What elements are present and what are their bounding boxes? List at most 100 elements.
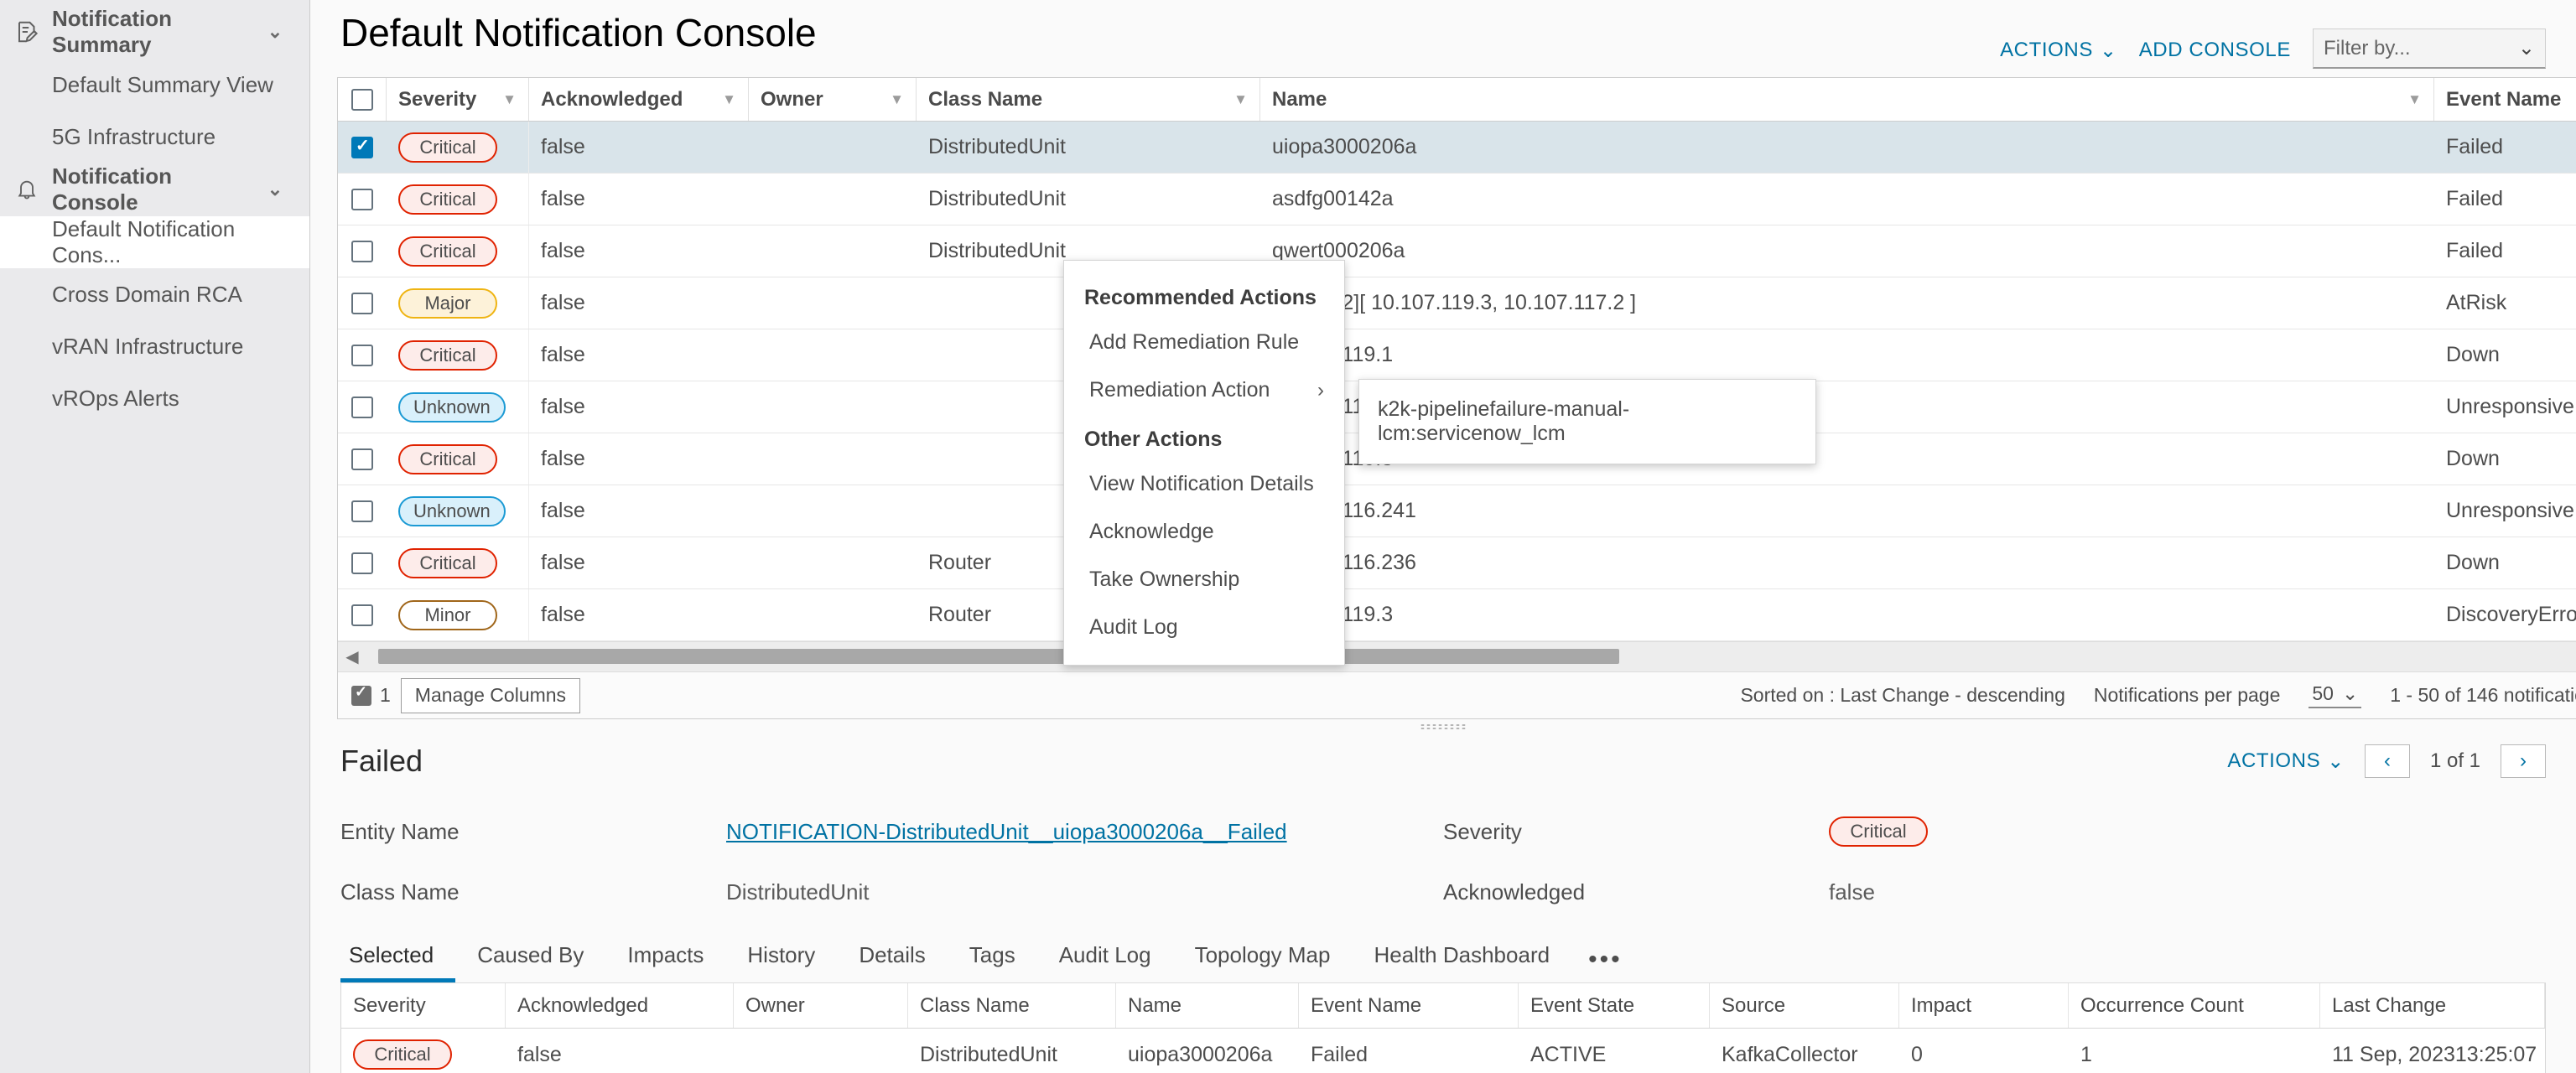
sidebar-item-default-summary-view[interactable]: Default Summary View bbox=[0, 59, 309, 111]
detail-prev-button[interactable]: ‹ bbox=[2364, 744, 2410, 778]
table-row[interactable]: Critical false 10.107.119.1 Down bbox=[338, 329, 2576, 381]
table-row[interactable]: Minor false Router 10.107.119.3 Discover… bbox=[338, 589, 2576, 641]
tab-history[interactable]: History bbox=[725, 934, 837, 982]
table-row[interactable]: Unknown false 10.107.116.241 Unresponsiv… bbox=[338, 485, 2576, 537]
add-console-button[interactable]: ADD CONSOLE bbox=[2139, 39, 2291, 62]
detail-column-header-severity[interactable]: Severity bbox=[341, 983, 506, 1028]
detail-field-key: Severity bbox=[1443, 818, 1522, 844]
context-menu-item-acknowledge[interactable]: Acknowledge bbox=[1064, 508, 1344, 556]
filter-icon[interactable]: ▼ bbox=[722, 91, 736, 108]
row-name-cell: 10.107.119.1 bbox=[1260, 329, 2434, 381]
detail-column-header-source[interactable]: Source bbox=[1710, 983, 1899, 1028]
sidebar-group-notification-summary[interactable]: Notification Summary ⌄ bbox=[0, 5, 309, 59]
sidebar-item-vrops-alerts[interactable]: vROps Alerts bbox=[0, 372, 309, 424]
top-bar: Default Notification Console ACTIONS ⌄ A… bbox=[310, 0, 2576, 77]
tab-impacts[interactable]: Impacts bbox=[605, 934, 725, 982]
scroll-track[interactable] bbox=[366, 642, 2576, 671]
table-row[interactable]: Critical false DistributedUnit qwert0002… bbox=[338, 225, 2576, 277]
row-checkbox[interactable] bbox=[351, 240, 373, 262]
panel-splitter[interactable] bbox=[310, 719, 2576, 734]
tab-tags[interactable]: Tags bbox=[948, 934, 1037, 982]
sidebar-group-notification-console[interactable]: Notification Console ⌄ bbox=[0, 163, 309, 216]
column-header-class-name[interactable]: Class Name ▼ bbox=[917, 78, 1260, 121]
sidebar-item-cross-domain-rca[interactable]: Cross Domain RCA bbox=[0, 268, 309, 320]
column-header-owner[interactable]: Owner ▼ bbox=[749, 78, 917, 121]
detail-column-header-event-name[interactable]: Event Name bbox=[1299, 983, 1519, 1028]
grid-horizontal-scrollbar[interactable]: ◀ ▶ bbox=[338, 641, 2576, 671]
row-checkbox[interactable] bbox=[351, 344, 373, 366]
context-menu-item-label: Remediation Action bbox=[1089, 378, 1270, 402]
grid-header-row: Severity ▼ Acknowledged ▼ Owner ▼ Class … bbox=[338, 78, 2576, 122]
row-checkbox[interactable] bbox=[351, 188, 373, 210]
tab-caused-by[interactable]: Caused By bbox=[455, 934, 605, 982]
filter-icon[interactable]: ▼ bbox=[890, 91, 904, 108]
table-row[interactable]: Major false [Group 2][ 10.107.119.3, 10.… bbox=[338, 277, 2576, 329]
actions-button[interactable]: ACTIONS ⌄ bbox=[2000, 39, 2117, 63]
context-menu-item-view-notification-details[interactable]: View Notification Details bbox=[1064, 460, 1344, 508]
chevron-down-icon[interactable]: ⌄ bbox=[261, 21, 289, 43]
per-page-select[interactable]: 50 ⌄ bbox=[2309, 682, 2362, 708]
row-checkbox[interactable] bbox=[351, 135, 373, 158]
entity-name-link[interactable]: NOTIFICATION-DistributedUnit__uiopa30002… bbox=[726, 819, 1287, 845]
sidebar-item-vran-infrastructure[interactable]: vRAN Infrastructure bbox=[0, 320, 309, 372]
row-checkbox[interactable] bbox=[351, 292, 373, 314]
manage-columns-button[interactable]: Manage Columns bbox=[400, 677, 581, 713]
filter-icon[interactable]: ▼ bbox=[502, 91, 517, 108]
detail-next-button[interactable]: › bbox=[2501, 744, 2546, 778]
chevron-down-icon[interactable]: ⌄ bbox=[261, 179, 289, 200]
tab-details[interactable]: Details bbox=[837, 934, 947, 982]
context-submenu-item-remediation[interactable]: k2k-pipelinefailure-manual-lcm:serviceno… bbox=[1378, 397, 1797, 446]
row-checkbox[interactable] bbox=[351, 396, 373, 418]
context-menu-item-add-remediation-rule[interactable]: Add Remediation Rule bbox=[1064, 319, 1344, 366]
context-menu-item-take-ownership[interactable]: Take Ownership bbox=[1064, 556, 1344, 604]
detail-column-header-last-change[interactable]: Last Change bbox=[2320, 983, 2545, 1028]
detail-column-header-owner[interactable]: Owner bbox=[734, 983, 908, 1028]
column-header-event-name[interactable]: Event Name bbox=[2434, 78, 2576, 121]
row-severity-cell: Critical bbox=[387, 329, 529, 381]
row-acknowledged-cell: false bbox=[541, 135, 585, 158]
filter-icon[interactable]: ▼ bbox=[1233, 91, 1248, 108]
table-row[interactable]: Critical false DistributedUnit asdfg0014… bbox=[338, 174, 2576, 225]
footer-select-checkbox[interactable] bbox=[351, 683, 371, 706]
tab-selected[interactable]: Selected bbox=[340, 934, 456, 982]
tab-topology-map[interactable]: Topology Map bbox=[1173, 934, 1353, 982]
column-header-label: Severity bbox=[398, 87, 477, 111]
sidebar-item-5g-infrastructure[interactable]: 5G Infrastructure bbox=[0, 111, 309, 163]
column-header-acknowledged[interactable]: Acknowledged ▼ bbox=[529, 78, 749, 121]
tabs-overflow-icon[interactable]: ••• bbox=[1571, 937, 1639, 982]
row-event-name-cell: Unresponsive bbox=[2446, 499, 2574, 522]
row-select-cell bbox=[338, 485, 387, 536]
row-checkbox[interactable] bbox=[351, 448, 373, 470]
detail-column-header-occurrence[interactable]: Occurrence Count bbox=[2069, 983, 2320, 1028]
detail-column-header-acknowledged[interactable]: Acknowledged bbox=[506, 983, 734, 1028]
context-menu-item-audit-log[interactable]: Audit Log bbox=[1064, 604, 1344, 651]
scroll-thumb[interactable] bbox=[378, 649, 1619, 664]
detail-column-header-class-name[interactable]: Class Name bbox=[908, 983, 1116, 1028]
row-severity-cell: Critical bbox=[387, 174, 529, 225]
scroll-left-icon[interactable]: ◀ bbox=[338, 646, 366, 667]
row-severity-cell: Critical bbox=[387, 433, 529, 485]
detail-row-event-name-cell: Failed bbox=[1311, 1042, 1368, 1066]
chevron-down-icon: ⌄ bbox=[2327, 749, 2345, 773]
row-checkbox[interactable] bbox=[351, 604, 373, 626]
tab-audit-log[interactable]: Audit Log bbox=[1037, 934, 1173, 982]
filter-icon[interactable]: ▼ bbox=[2407, 91, 2422, 108]
detail-actions-button[interactable]: ACTIONS ⌄ bbox=[2227, 749, 2345, 774]
row-select-cell bbox=[338, 174, 387, 225]
table-row[interactable]: Critical false DistributedUnit uiopa3000… bbox=[338, 122, 2576, 174]
detail-column-header-impact[interactable]: Impact bbox=[1899, 983, 2069, 1028]
select-all-checkbox[interactable] bbox=[351, 88, 373, 111]
detail-table-row[interactable]: Critical false DistributedUnit uiopa3000… bbox=[341, 1029, 2545, 1073]
column-header-severity[interactable]: Severity ▼ bbox=[387, 78, 529, 121]
table-row[interactable]: Critical false Router 10.107.116.236 Dow… bbox=[338, 537, 2576, 589]
row-checkbox[interactable] bbox=[351, 552, 373, 574]
column-header-name[interactable]: Name ▼ bbox=[1260, 78, 2434, 121]
sidebar-item-default-notification-console[interactable]: Default Notification Cons... bbox=[0, 216, 309, 268]
filter-by-select[interactable]: Filter by... ⌄ bbox=[2313, 29, 2546, 69]
context-menu-item-remediation-action[interactable]: Remediation Action › bbox=[1064, 366, 1344, 414]
detail-column-header-event-state[interactable]: Event State bbox=[1519, 983, 1710, 1028]
tab-health-dashboard[interactable]: Health Dashboard bbox=[1352, 934, 1571, 982]
row-checkbox[interactable] bbox=[351, 500, 373, 522]
row-event-name-cell: AtRisk bbox=[2446, 291, 2507, 314]
detail-column-header-name[interactable]: Name bbox=[1116, 983, 1299, 1028]
